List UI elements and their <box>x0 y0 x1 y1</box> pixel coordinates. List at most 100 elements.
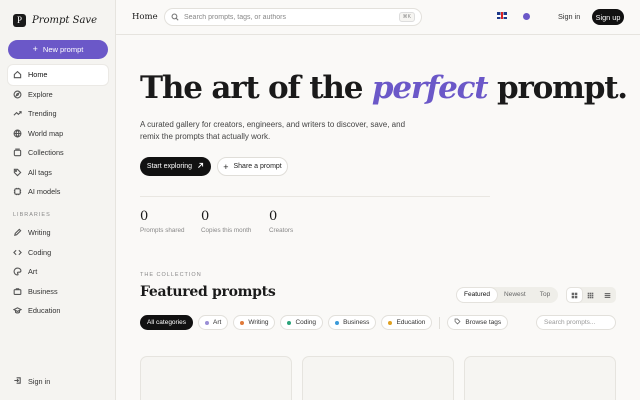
hero-title-emphasis: perfect <box>371 70 489 106</box>
browse-tags-button[interactable]: Browse tags <box>447 315 509 330</box>
chip-business[interactable]: Business <box>328 315 377 330</box>
sidebar-item-business[interactable]: Business <box>8 282 108 302</box>
category-dot <box>335 320 340 325</box>
stat-label: Prompts shared <box>140 227 185 234</box>
stat-value: 0 <box>140 209 149 224</box>
arrow-up-right-icon <box>197 162 204 171</box>
collections-icon <box>13 148 22 157</box>
chip-coding[interactable]: Coding <box>280 315 324 330</box>
stat-label: Copies this month <box>201 227 252 234</box>
category-dot <box>205 320 210 325</box>
brand-name: Prompt Save <box>32 15 97 26</box>
share-prompt-button[interactable]: + Share a prompt <box>217 157 288 176</box>
stat-value: 0 <box>269 209 278 224</box>
tab-featured[interactable]: Featured <box>457 288 498 302</box>
collection-eyebrow: THE COLLECTION <box>140 272 202 278</box>
global-search[interactable]: ⌘K <box>164 8 422 26</box>
tag-icon <box>13 168 22 177</box>
prompt-card-placeholder[interactable] <box>140 356 292 400</box>
sidebar-item-trending[interactable]: Trending <box>8 104 108 124</box>
prompt-card-placeholder[interactable] <box>464 356 616 400</box>
sidebar-item-label: AI models <box>28 187 61 197</box>
prompt-card-placeholder[interactable] <box>302 356 454 400</box>
collection-search-input[interactable] <box>544 319 608 326</box>
category-dot <box>287 320 292 325</box>
code-icon <box>13 248 22 257</box>
sidebar-sign-in[interactable]: Sign in <box>13 376 50 387</box>
chip-label: Business <box>343 319 370 326</box>
sign-in-icon <box>13 376 22 387</box>
sidebar-item-explore[interactable]: Explore <box>8 85 108 105</box>
chip-label: Writing <box>248 319 269 326</box>
new-prompt-label: New prompt <box>42 45 84 54</box>
sidebar-item-writing[interactable]: Writing <box>8 223 108 243</box>
sidebar-item-label: Writing <box>28 228 51 238</box>
tab-top[interactable]: Top <box>533 288 557 302</box>
plus-icon: + <box>223 161 229 172</box>
hero-subtitle: A curated gallery for creators, engineer… <box>140 120 406 141</box>
sidebar-item-label: Art <box>28 267 38 277</box>
libraries-nav: Writing Coding Art Business Education <box>8 223 108 321</box>
stat-prompts-shared: 0 Prompts shared <box>140 209 184 234</box>
chip-label: Art <box>213 319 222 326</box>
sidebar-item-world-map[interactable]: World map <box>8 124 108 144</box>
sidebar-item-education[interactable]: Education <box>8 301 108 321</box>
chip-all-categories[interactable]: All categories <box>140 315 194 330</box>
search-input[interactable] <box>184 13 394 21</box>
compact-view-button[interactable] <box>583 288 598 302</box>
sidebar-item-ai-models[interactable]: AI models <box>8 182 108 202</box>
sidebar-item-art[interactable]: Art <box>8 262 108 282</box>
stat-creators: 0 Creators <box>269 209 293 234</box>
divider <box>140 196 490 197</box>
sign-up-button[interactable]: Sign up <box>592 9 624 25</box>
stat-label: Creators <box>269 227 294 234</box>
sidebar-item-all-tags[interactable]: All tags <box>8 163 108 183</box>
list-icon <box>604 292 611 298</box>
sidebar-item-label: Trending <box>28 109 57 119</box>
brand[interactable]: P Prompt Save <box>13 14 97 27</box>
libraries-heading: LIBRARIES <box>13 212 51 218</box>
dense-grid-icon <box>588 292 594 298</box>
tab-newest[interactable]: Newest <box>497 288 533 302</box>
sidebar-item-label: Coding <box>28 247 52 257</box>
sidebar-nav: Home Explore Trending World map Collecti… <box>8 65 108 202</box>
shortcut-badge: ⌘K <box>398 12 415 22</box>
sidebar-item-label: World map <box>28 128 64 138</box>
chip-art[interactable]: Art <box>198 315 229 330</box>
list-view-button[interactable] <box>600 288 615 302</box>
chip-writing[interactable]: Writing <box>233 315 276 330</box>
globe-icon <box>13 129 22 138</box>
sign-in-link[interactable]: Sign in <box>558 12 580 21</box>
collection-search[interactable] <box>536 315 616 330</box>
grid-icon <box>571 292 578 298</box>
grid-view-button[interactable] <box>567 288 583 302</box>
sparkle-icon <box>13 187 22 196</box>
sidebar: P Prompt Save + New prompt Home Explore … <box>0 0 116 400</box>
new-prompt-button[interactable]: + New prompt <box>8 40 108 59</box>
tag-icon <box>454 318 461 327</box>
chip-education[interactable]: Education <box>381 315 433 330</box>
brand-logo: P <box>13 14 26 27</box>
stat-value: 0 <box>201 209 210 224</box>
sidebar-item-label: All tags <box>28 167 52 177</box>
sidebar-item-label: Collections <box>28 148 64 158</box>
sidebar-item-collections[interactable]: Collections <box>8 143 108 163</box>
hero-title: The art of the perfect prompt. <box>140 70 628 106</box>
start-exploring-button[interactable]: Start exploring <box>140 157 211 176</box>
language-flag-icon[interactable] <box>497 12 507 19</box>
breadcrumb[interactable]: Home <box>132 12 158 22</box>
sidebar-item-label: Explore <box>28 89 53 99</box>
compass-icon <box>13 90 22 99</box>
category-dot <box>240 320 245 325</box>
sidebar-item-home[interactable]: Home <box>8 65 108 85</box>
theme-toggle[interactable] <box>523 13 530 20</box>
plus-icon: + <box>32 44 38 54</box>
briefcase-icon <box>13 287 22 296</box>
sidebar-item-coding[interactable]: Coding <box>8 243 108 263</box>
sidebar-item-label: Home <box>28 70 48 80</box>
chip-label: Coding <box>295 319 317 326</box>
view-toggle <box>566 287 616 303</box>
sidebar-sign-in-label: Sign in <box>28 377 51 386</box>
search-icon <box>171 8 179 26</box>
chip-label: Education <box>396 319 426 326</box>
